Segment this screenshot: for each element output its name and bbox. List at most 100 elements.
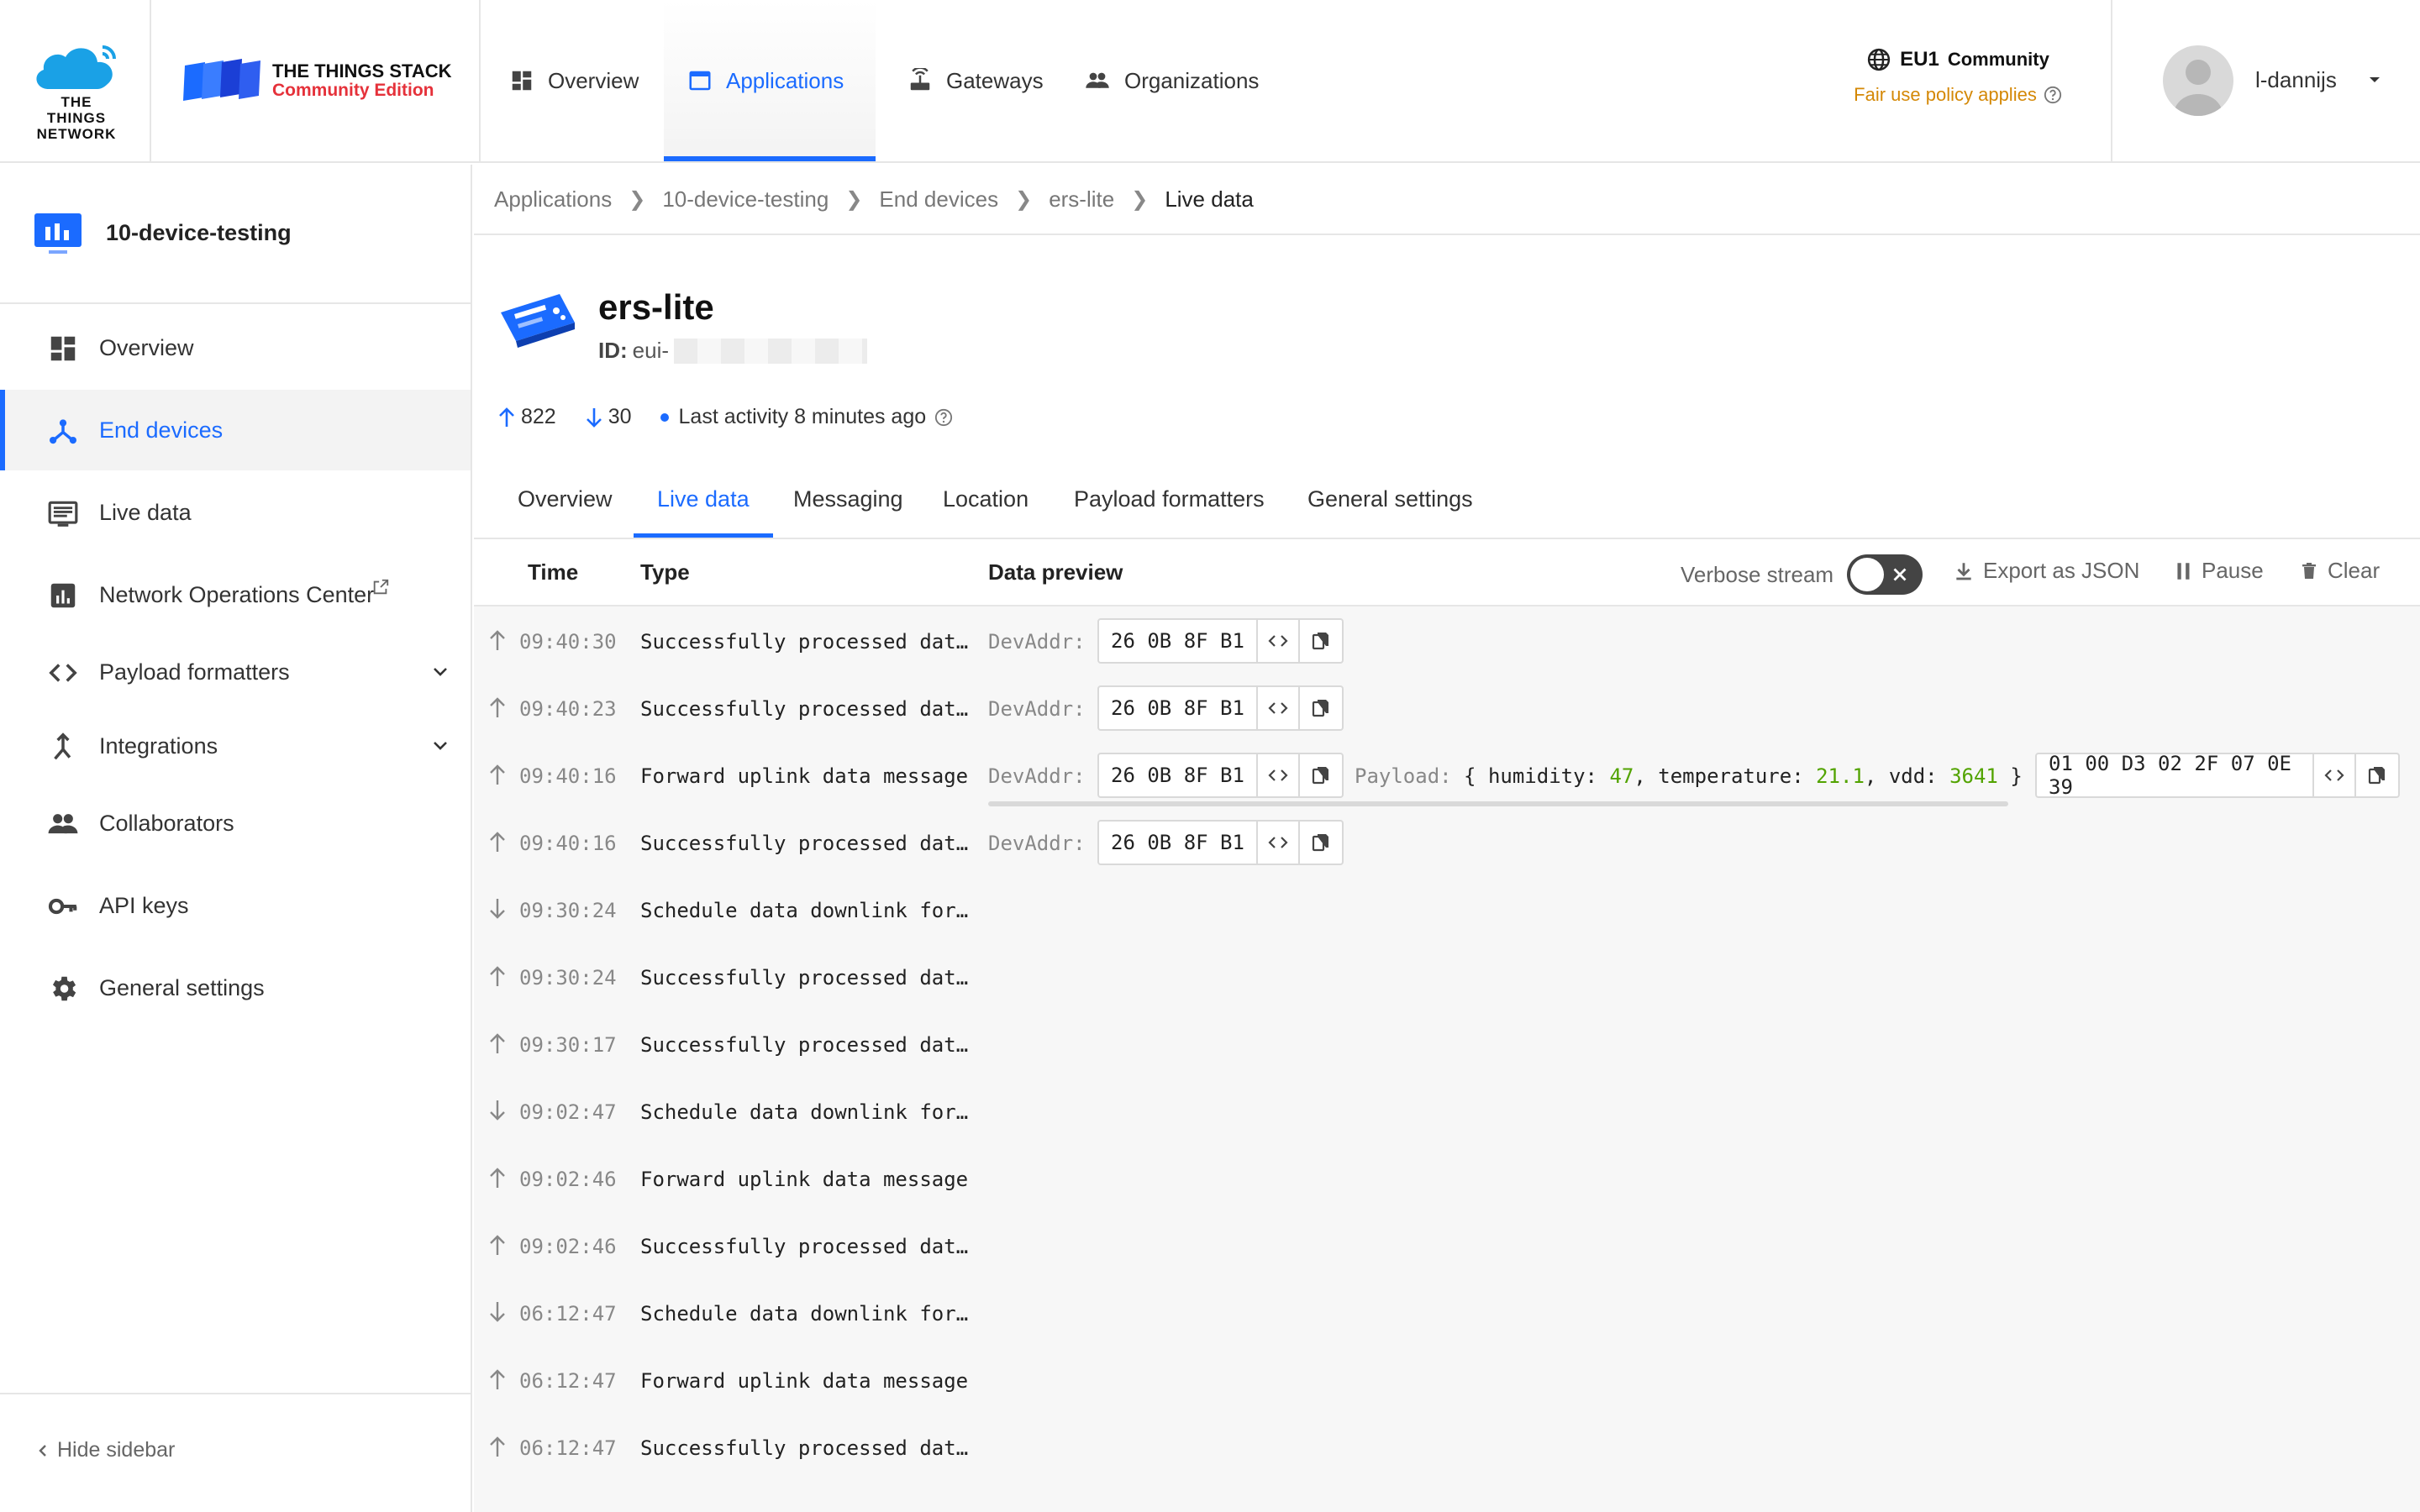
cluster-name-row: EU1 Community bbox=[1832, 47, 2084, 72]
sidebar-item-end-devices[interactable]: End devices bbox=[0, 390, 471, 470]
event-row[interactable]: 09:02:47 Schedule data downlink for trans… bbox=[474, 1079, 2420, 1146]
uplink-direction bbox=[487, 1166, 508, 1194]
cloud-logo-icon bbox=[36, 45, 116, 89]
toggle-format-button[interactable] bbox=[1258, 754, 1300, 796]
nav-applications[interactable]: Applications bbox=[664, 0, 876, 161]
event-row[interactable]: 09:30:24 Schedule data downlink for trans… bbox=[474, 877, 2420, 944]
caret-down-icon[interactable] bbox=[2366, 74, 2383, 86]
cluster-info[interactable]: EU1 Community Fair use policy applies bbox=[1832, 47, 2084, 106]
event-row[interactable]: 09:30:24 Successfully processed data mess… bbox=[474, 944, 2420, 1011]
event-row[interactable]: 06:12:47 Forward uplink data message bbox=[474, 1347, 2420, 1415]
sidebar-item-collaborators[interactable]: Collaborators bbox=[0, 783, 471, 864]
event-time: 09:02:46 bbox=[519, 1168, 617, 1191]
nav-organizations[interactable]: Organizations bbox=[1060, 0, 1282, 161]
payload-key: vdd: bbox=[1888, 764, 1938, 788]
help-icon[interactable] bbox=[934, 408, 953, 427]
breadcrumb-end-devices[interactable]: End devices bbox=[879, 186, 998, 213]
event-row[interactable]: 09:40:16 Successfully processed data mess… bbox=[474, 810, 2420, 877]
copy-button[interactable] bbox=[2356, 754, 2398, 796]
toggle-format-button[interactable] bbox=[1258, 822, 1300, 864]
device-stats: 822 30 Last activity 8 minutes ago bbox=[497, 405, 953, 429]
devaddr-field: 26 0B 8F B1 bbox=[1097, 753, 1344, 798]
avatar[interactable] bbox=[2163, 45, 2233, 116]
arrow-up-icon bbox=[490, 1235, 505, 1255]
copy-icon bbox=[1312, 633, 1328, 650]
main-content: Applications ❯ 10-device-testing ❯ End d… bbox=[474, 165, 2420, 1512]
sidebar-item-noc[interactable]: Network Operations Center bbox=[0, 554, 471, 635]
event-type: Successfully processed data message bbox=[640, 1033, 975, 1057]
fair-use-link[interactable]: Fair use policy applies bbox=[1832, 84, 2084, 106]
sidebar-item-overview[interactable]: Overview bbox=[0, 307, 471, 388]
payload-value: 21.1 bbox=[1816, 764, 1865, 788]
list-icon bbox=[48, 501, 78, 527]
tab-overview[interactable]: Overview bbox=[518, 460, 613, 538]
sidebar-item-api-keys[interactable]: API keys bbox=[0, 865, 471, 946]
event-row[interactable]: 09:02:46 Forward uplink data message bbox=[474, 1146, 2420, 1213]
hide-sidebar-button[interactable]: Hide sidebar bbox=[0, 1393, 471, 1512]
downlink-count: 30 bbox=[585, 405, 632, 429]
sidebar-item-live-data[interactable]: Live data bbox=[0, 472, 471, 553]
event-row[interactable]: 09:40:30 Successfully processed data mess… bbox=[474, 608, 2420, 675]
devaddr-value: 26 0B 8F B1 bbox=[1099, 822, 1258, 864]
help-icon bbox=[2044, 86, 2061, 104]
hide-sidebar-label: Hide sidebar bbox=[57, 1438, 176, 1462]
payload-separator: , bbox=[1864, 764, 1877, 788]
verbose-stream-toggle[interactable]: Verbose stream bbox=[1681, 554, 1923, 595]
arrow-down-icon bbox=[586, 407, 602, 428]
ttn-logo[interactable]: THE THINGS NETWORK bbox=[0, 0, 151, 163]
event-row[interactable]: 09:30:17 Successfully processed data mess… bbox=[474, 1011, 2420, 1079]
event-row[interactable]: 06:12:47 Schedule data downlink for trans… bbox=[474, 1280, 2420, 1347]
pause-button[interactable]: Pause bbox=[2175, 558, 2264, 584]
event-row[interactable]: 09:02:46 Successfully processed data mess… bbox=[474, 1213, 2420, 1280]
toggle-format-button[interactable] bbox=[1258, 687, 1300, 729]
nav-gateways-label: Gateways bbox=[946, 67, 1044, 93]
sidebar-app-header[interactable]: 10-device-testing bbox=[0, 165, 471, 304]
toggle-format-button[interactable] bbox=[1258, 620, 1300, 662]
things-stack-logo[interactable]: THE THINGS STACK Community Edition bbox=[153, 0, 481, 163]
user-menu[interactable]: l-dannijs bbox=[2111, 0, 2420, 163]
devaddr-label: DevAddr: bbox=[988, 832, 1086, 855]
trash-icon bbox=[2302, 562, 2316, 579]
key-icon bbox=[48, 898, 77, 915]
toggle-format-button[interactable] bbox=[2314, 754, 2356, 796]
horizontal-scrollbar[interactable] bbox=[988, 801, 2008, 806]
copy-button[interactable] bbox=[1300, 687, 1342, 729]
event-time: 09:40:16 bbox=[519, 832, 617, 855]
event-row[interactable]: 09:40:23 Successfully processed data mess… bbox=[474, 675, 2420, 743]
tab-payload-formatters[interactable]: Payload formatters bbox=[1074, 460, 1265, 538]
payload-separator: , bbox=[1634, 764, 1646, 788]
toggle-switch[interactable] bbox=[1847, 554, 1923, 595]
dashboard-icon bbox=[512, 71, 532, 91]
nav-gateways[interactable]: Gateways bbox=[884, 0, 1067, 161]
uplink-direction bbox=[487, 1435, 508, 1463]
sidebar-item-label: Overview bbox=[99, 335, 194, 360]
tab-live-data[interactable]: Live data bbox=[634, 460, 773, 538]
live-data-header: Time Type Data preview Verbose stream Ex… bbox=[474, 539, 2420, 606]
event-row[interactable]: 06:12:47 Successfully processed data mess… bbox=[474, 1415, 2420, 1482]
event-type: Forward uplink data message bbox=[640, 1168, 969, 1191]
chevron-down-icon[interactable] bbox=[430, 664, 450, 680]
tab-general-settings[interactable]: General settings bbox=[1307, 460, 1473, 538]
copy-button[interactable] bbox=[1300, 620, 1342, 662]
device-tree-icon bbox=[50, 419, 76, 444]
payload-label: Payload: bbox=[1355, 764, 1452, 788]
nav-overview[interactable]: Overview bbox=[486, 0, 662, 161]
sidebar-item-label: Payload formatters bbox=[99, 659, 290, 685]
sidebar-item-general-settings[interactable]: General settings bbox=[0, 948, 471, 1028]
clear-button[interactable]: Clear bbox=[2299, 558, 2380, 584]
sidebar-item-integrations[interactable]: Integrations bbox=[0, 706, 471, 786]
arrow-up-icon bbox=[490, 1369, 505, 1389]
breadcrumb-applications[interactable]: Applications bbox=[494, 186, 612, 213]
export-json-button[interactable]: Export as JSON bbox=[1953, 558, 2139, 584]
copy-button[interactable] bbox=[1300, 754, 1342, 796]
copy-button[interactable] bbox=[1300, 822, 1342, 864]
breadcrumb-device[interactable]: ers-lite bbox=[1049, 186, 1114, 213]
tab-location[interactable]: Location bbox=[943, 460, 1028, 538]
tab-messaging[interactable]: Messaging bbox=[793, 460, 903, 538]
sidebar-item-payload-formatters[interactable]: Payload formatters bbox=[0, 632, 471, 712]
column-time: Time bbox=[528, 559, 579, 585]
chevron-down-icon[interactable] bbox=[430, 738, 450, 754]
event-row[interactable]: 09:40:16 Forward uplink data message DevAd… bbox=[474, 743, 2420, 810]
copy-icon bbox=[1312, 700, 1328, 717]
breadcrumb-application[interactable]: 10-device-testing bbox=[662, 186, 829, 213]
